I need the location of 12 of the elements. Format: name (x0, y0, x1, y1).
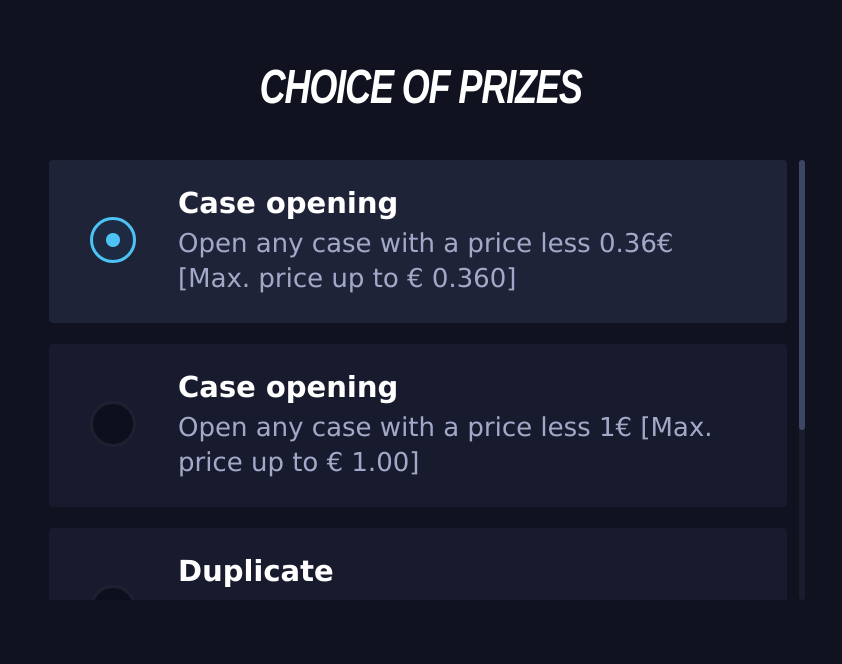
scrollbar[interactable] (799, 160, 805, 600)
prize-option-card[interactable]: Case opening Open any case with a price less 1€ [Max. price up to € 1.00] (49, 344, 787, 507)
radio-button[interactable] (90, 217, 136, 263)
option-title: Duplicate (178, 553, 335, 590)
option-title: Case opening (178, 185, 400, 222)
dialog-title: CHOICE OF PRIZES (260, 60, 582, 116)
option-title: Case opening (178, 369, 400, 406)
scrollbar-thumb[interactable] (799, 160, 805, 430)
option-description: Open any case with a price less 1€ [Max. price up to € 1.00] (178, 412, 714, 480)
prize-option-card[interactable]: Case opening Open any case with a price less 0.36€ [Max. price up to € 0.360] (49, 160, 787, 323)
option-description: Open any case with a price less 0.36€ [Max. price up to € 0.360] (178, 228, 674, 296)
prize-option-card[interactable]: Duplicate (49, 528, 787, 600)
